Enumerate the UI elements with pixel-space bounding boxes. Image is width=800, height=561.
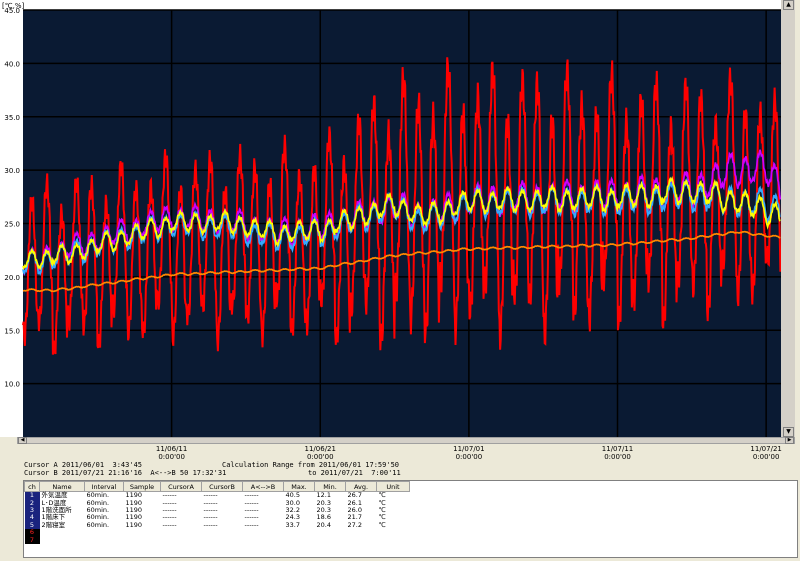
table-cell: ------ [203, 520, 218, 529]
table-cell [85, 536, 124, 543]
column-header: Name [39, 481, 85, 492]
x-tick-date: 11/07/11 [602, 445, 633, 453]
y-tick-label: 35.0 [4, 114, 20, 122]
table-cell: 27.2 [347, 520, 362, 529]
table-row[interactable]: 5 2階寝室 60min. 1190 ------ ------ ------ 33.7 20.… [24, 520, 410, 529]
cursor-b-readout: Cursor B 2011/07/21 21:16'16 A<-->B 50 1… [24, 469, 227, 477]
table-cell [40, 529, 85, 536]
calculation-range: Calculation Range from 2011/06/01 17:59'… [222, 461, 401, 477]
chart-plot: [℃,%] 10.015.020.025.030.035.040.045.0 [0, 0, 781, 437]
table-cell [85, 529, 124, 536]
column-header: Interval [84, 481, 124, 492]
table-cell [377, 536, 410, 543]
x-tick-time: 0:00'00 [158, 453, 185, 461]
table-cell [202, 536, 243, 543]
column-header: Unit [376, 481, 410, 492]
y-tick-label: 25.0 [4, 221, 20, 229]
table-row[interactable]: 7 [24, 536, 410, 544]
x-tick-date: 11/06/21 [305, 445, 336, 453]
column-header: Avg. [345, 481, 377, 492]
column-header: CursorA [160, 481, 202, 492]
column-header: A<-->B [242, 481, 284, 492]
channel-grid: ch Name Interval Sample CursorA CursorB A<-->B… [24, 481, 410, 544]
table-cell [315, 529, 346, 536]
table-header: ch Name Interval Sample CursorA CursorB A<-->B… [24, 481, 410, 492]
x-tick-labels: 11/06/110:00'0011/06/210:00'0011/07/010:… [156, 445, 782, 461]
calc-range-to: to 2011/07/21 7:00'11 [308, 469, 401, 477]
cursor-a-readout: Cursor A 2011/06/01 3:43'45 [24, 461, 143, 469]
table-row[interactable]: 6 [24, 528, 410, 537]
y-tick-label: 10.0 [4, 381, 20, 389]
x-tick-date: 11/06/11 [156, 445, 187, 453]
y-tick-label: 40.0 [4, 60, 20, 68]
table-cell: 1190 [125, 520, 143, 529]
scroll-up-icon[interactable]: ▲ [783, 0, 794, 10]
column-header: Sample [123, 481, 161, 492]
y-tick-label: 15.0 [4, 327, 20, 335]
table-cell: 60min. [86, 520, 110, 529]
table-cell: ℃ [378, 520, 386, 529]
horizontal-scrollbar[interactable]: ◀ ▶ [17, 437, 795, 444]
table-cell [243, 536, 284, 543]
table-cell [202, 529, 243, 536]
scroll-right-icon[interactable]: ▶ [785, 437, 794, 444]
column-header: ch [24, 481, 40, 492]
x-tick-time: 0:00'00 [307, 453, 334, 461]
y-tick-label: 30.0 [4, 167, 20, 175]
table-cell: 33.7 [285, 520, 300, 529]
x-tick-time: 0:00'00 [456, 453, 483, 461]
table-cell [284, 536, 315, 543]
table-cell [40, 536, 85, 543]
scroll-down-icon[interactable]: ▼ [783, 427, 794, 437]
table-cell [346, 536, 377, 543]
table-cell [124, 536, 161, 543]
table-cell [243, 529, 284, 536]
column-header: Min. [314, 481, 346, 492]
y-tick-label: 20.0 [4, 274, 20, 282]
column-header: CursorB [201, 481, 243, 492]
table-cell [161, 536, 202, 543]
table-cell: ------ [162, 520, 177, 529]
table-cell [161, 529, 202, 536]
calc-range-from: Calculation Range from 2011/06/01 17:59'… [222, 461, 400, 469]
vertical-scrollbar[interactable]: ▲ ▼ [781, 0, 795, 437]
table-cell [377, 529, 410, 536]
table-cell: ------ [244, 520, 259, 529]
table-cell [346, 529, 377, 536]
table-cell: 20.4 [316, 520, 331, 529]
x-tick-time: 0:00'00 [604, 453, 631, 461]
y-tick-label: 45.0 [4, 7, 20, 15]
x-tick-date: 11/07/21 [750, 445, 781, 453]
channel-table: ch Name Interval Sample CursorA CursorB A<-->B… [23, 480, 798, 558]
x-tick-time: 0:00'00 [753, 453, 780, 461]
table-cell [315, 536, 346, 543]
column-header: Max. [283, 481, 315, 492]
table-cell [284, 529, 315, 536]
scroll-left-icon[interactable]: ◀ [18, 437, 27, 444]
table-cell [124, 529, 161, 536]
table-cell: 2階寝室 [41, 520, 66, 529]
x-tick-date: 11/07/01 [453, 445, 484, 453]
cursor-info: Cursor A 2011/06/01 3:43'45 Cursor B 2011… [24, 461, 226, 477]
channel-number: 7 [24, 536, 40, 544]
